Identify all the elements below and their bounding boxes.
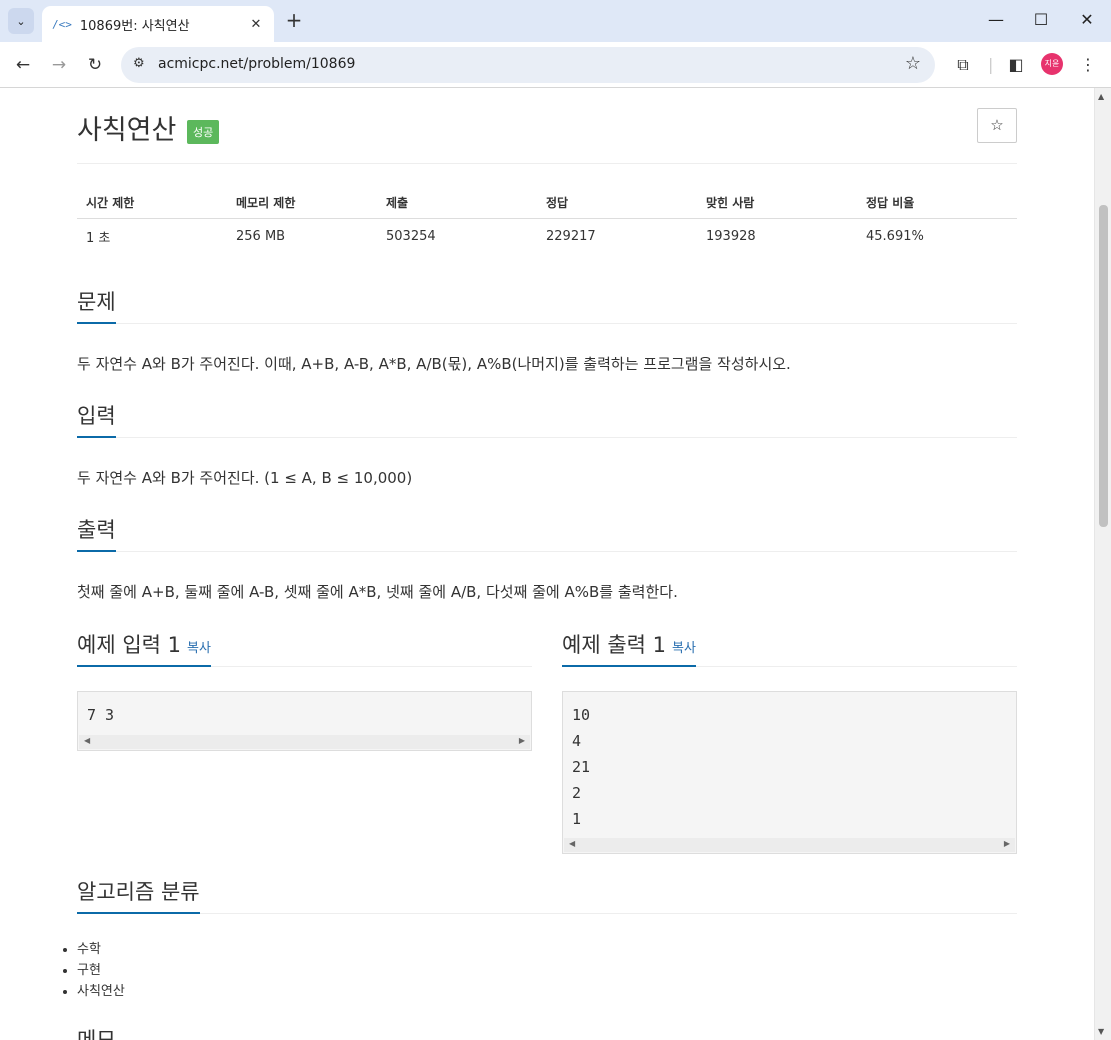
sample-input-content: 7 3 [87,706,115,724]
time-limit-value: 1 초 [86,230,111,246]
output-text: 첫째 줄에 A+B, 둘째 줄에 A-B, 셋째 줄에 A*B, 넷째 줄에 A… [77,583,678,601]
scroll-down-icon[interactable]: ▼ [1098,1027,1104,1036]
sample-output-box[interactable]: 10 4 21 2 1 ◀ ▶ [562,691,1017,854]
submissions-value: 503254 [386,228,436,244]
maximize-icon[interactable]: ☐ [1018,0,1064,40]
accepted-value: 229217 [546,228,596,244]
problem-info-table: 시간 제한 메모리 제한 제출 정답 맞힌 사람 정답 비율 1 초 256 M… [77,188,1017,254]
problem-title: 사칙연산 [77,115,177,146]
header-submissions: 제출 [377,188,537,219]
side-panel-icon[interactable]: ◧ [1003,51,1029,79]
problem-header: 사칙연산 성공 ☆ [77,88,1017,164]
algorithm-section-header: 알고리즘 분류 [77,876,1017,914]
forward-icon[interactable]: → [45,51,73,79]
sample-output-heading: 예제 출력 1 [562,633,666,657]
description-heading: 문제 [77,286,116,324]
input-section-header: 입력 [77,400,1017,438]
profile-avatar[interactable]: 지윤 [1041,53,1063,75]
horizontal-scrollbar[interactable]: ◀ ▶ [79,735,530,749]
list-item[interactable]: 사칙연산 [77,980,125,1001]
description-text: 두 자연수 A와 B가 주어진다. 이때, A+B, A-B, A*B, A/B… [77,355,791,373]
close-window-icon[interactable]: ✕ [1064,0,1110,40]
sample-output-heading-group: 예제 출력 1 복사 [562,629,696,667]
sample-output-content: 10 4 21 2 1 [572,706,591,828]
tab-search-button[interactable]: ⌄ [8,8,34,34]
scroll-up-icon[interactable]: ▲ [1098,92,1104,101]
site-favicon-icon: /<> [52,17,72,31]
site-settings-icon[interactable]: ⚙ [133,56,145,71]
chevron-down-icon: ⌄ [16,14,26,28]
favorite-button[interactable]: ☆ [977,108,1017,143]
header-accepted: 정답 [537,188,697,219]
close-tab-icon[interactable]: ✕ [248,17,264,32]
tab-title: 10869번: 사칙연산 [79,18,190,34]
extensions-icon[interactable]: ⧉ [950,51,976,79]
toolbar-divider: | [988,55,994,74]
algorithm-heading: 알고리즘 분류 [77,876,200,914]
scroll-left-icon[interactable]: ◀ [569,839,575,848]
minimize-icon[interactable]: — [973,0,1019,40]
bookmark-star-icon[interactable]: ☆ [905,53,921,74]
output-heading: 출력 [77,514,116,552]
status-badge: 성공 [187,120,220,144]
header-ratio: 정답 비율 [857,188,1017,219]
table-row: 1 초 256 MB 503254 229217 193928 45.691% [77,218,1017,254]
input-heading: 입력 [77,400,116,438]
table-header-row: 시간 제한 메모리 제한 제출 정답 맞힌 사람 정답 비율 [77,188,1017,219]
ratio-value: 45.691% [866,228,924,244]
vertical-scrollbar[interactable]: ▲ ▼ [1094,88,1111,1040]
scroll-left-icon[interactable]: ◀ [84,736,90,745]
reload-icon[interactable]: ↻ [81,51,109,79]
scroll-right-icon[interactable]: ▶ [519,736,525,745]
scroll-right-icon[interactable]: ▶ [1004,839,1010,848]
navigation-bar: ← → ↻ ⚙ acmicpc.net/problem/10869 ☆ ⧉ | … [0,42,1111,88]
copy-sample-output-link[interactable]: 복사 [672,641,696,656]
list-item[interactable]: 수학 [77,938,125,959]
algorithm-tag-list: 수학 구현 사칙연산 [61,938,125,1001]
input-text: 두 자연수 A와 B가 주어진다. (1 ≤ A, B ≤ 10,000) [77,469,413,487]
memory-limit-value: 256 MB [236,228,286,244]
sample-input-box[interactable]: 7 3 ◀ ▶ [77,691,532,751]
header-solvers: 맞힌 사람 [697,188,857,219]
output-section-header: 출력 [77,514,1017,552]
memo-section-header: 메모 [77,1024,1017,1040]
copy-sample-input-link[interactable]: 복사 [187,641,211,656]
memo-heading: 메모 [77,1024,116,1040]
active-tab[interactable]: /<> 10869번: 사칙연산 ✕ [42,6,274,42]
description-section-header: 문제 [77,286,1017,324]
sample-input-section-header: 예제 입력 1 복사 [77,629,532,667]
sample-output-section-header: 예제 출력 1 복사 [562,629,1017,667]
header-time-limit: 시간 제한 [77,188,227,219]
star-icon: ☆ [990,116,1004,134]
tab-bar: ⌄ /<> 10869번: 사칙연산 ✕ + — ☐ ✕ [0,0,1111,42]
sample-input-heading-group: 예제 입력 1 복사 [77,629,211,667]
address-bar[interactable]: ⚙ acmicpc.net/problem/10869 ☆ [121,47,935,83]
header-memory-limit: 메모리 제한 [227,188,377,219]
horizontal-scrollbar[interactable]: ◀ ▶ [564,838,1015,852]
menu-icon[interactable]: ⋮ [1076,51,1100,79]
new-tab-button[interactable]: + [282,8,306,32]
scroll-thumb[interactable] [1099,205,1108,527]
sample-input-heading: 예제 입력 1 [77,633,181,657]
page-viewport: 사칙연산 성공 ☆ 시간 제한 메모리 제한 제출 정답 맞힌 사람 정답 비율… [0,88,1111,1040]
list-item[interactable]: 구현 [77,959,125,980]
back-icon[interactable]: ← [9,51,37,79]
url-text[interactable]: acmicpc.net/problem/10869 [158,56,355,72]
problem-container: 사칙연산 성공 ☆ 시간 제한 메모리 제한 제출 정답 맞힌 사람 정답 비율… [77,88,1017,1040]
solvers-value: 193928 [706,228,756,244]
